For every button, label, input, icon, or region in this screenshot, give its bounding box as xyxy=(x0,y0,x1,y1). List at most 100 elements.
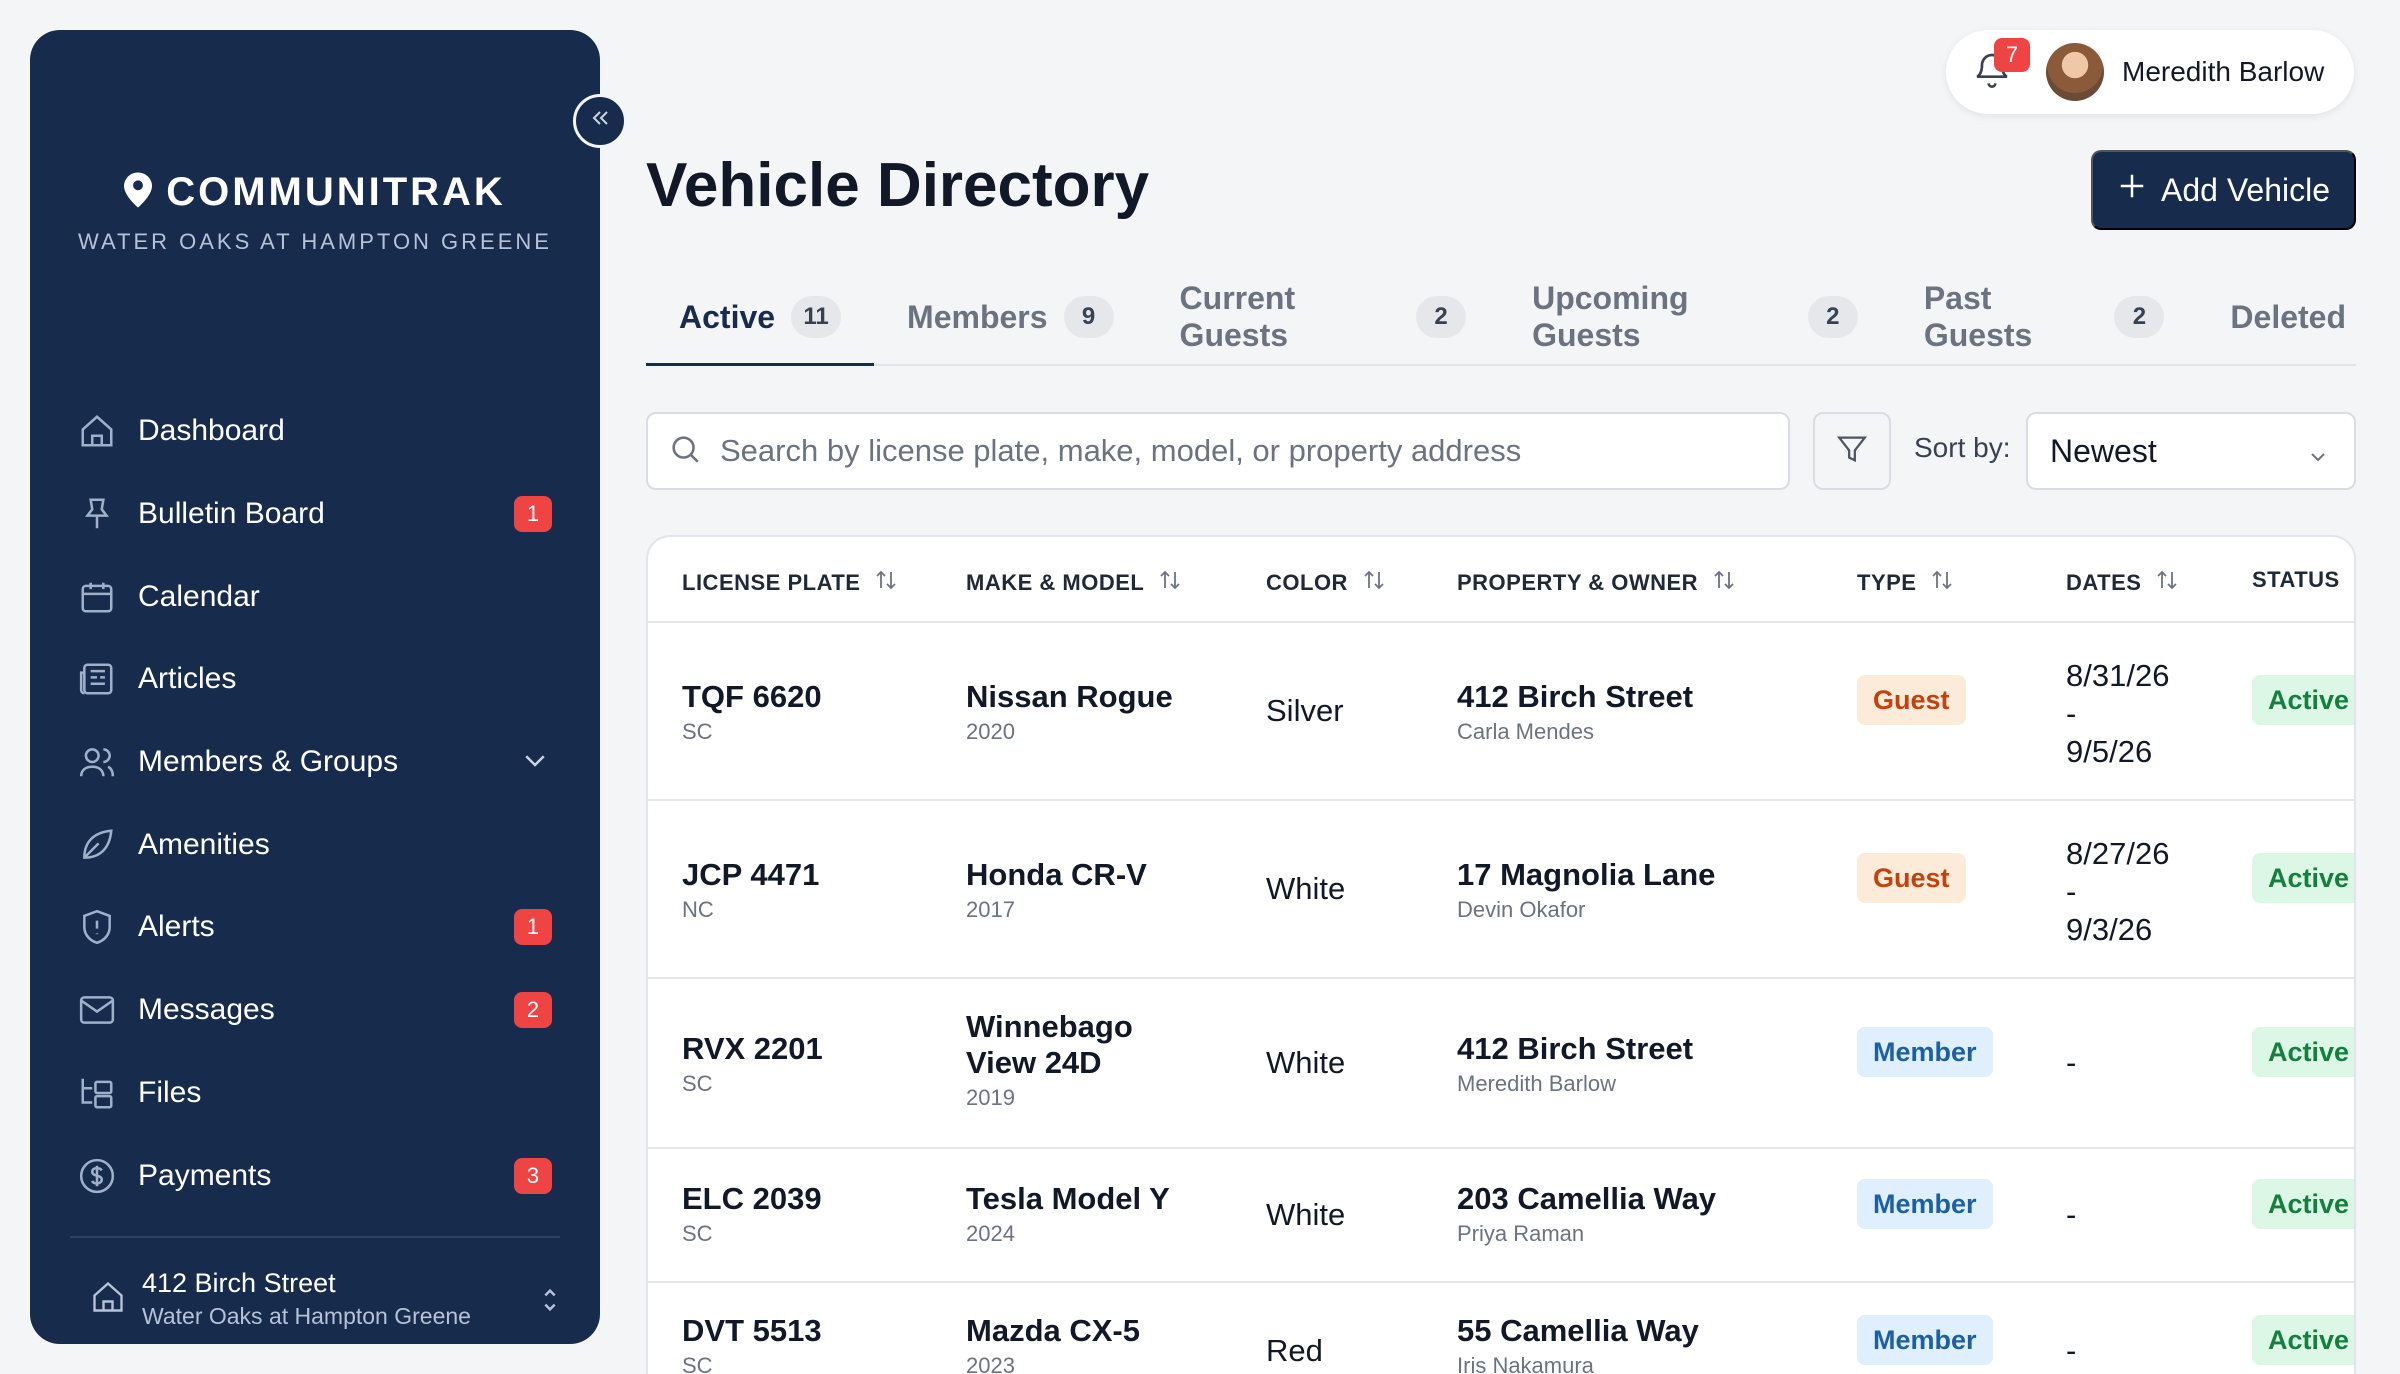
date-separator: - xyxy=(2066,874,2077,909)
sidebar-item-payments[interactable]: Payments 3 xyxy=(60,1134,570,1217)
type-badge: Member xyxy=(1857,1179,1993,1229)
plate-state: SC xyxy=(682,1221,713,1246)
vehicle-year: 2020 xyxy=(966,719,1015,744)
vehicle-year: 2024 xyxy=(966,1221,1015,1246)
table-header: LICENSE PLATE MAKE & MODEL COLOR PROPERT… xyxy=(648,537,2354,623)
column-label: MAKE & MODEL xyxy=(966,570,1145,595)
make-model-cell: Honda CR-V 2017 xyxy=(966,857,1147,923)
sidebar-nav: Dashboard Bulletin Board 1 Calendar Arti… xyxy=(60,390,570,1217)
tab-label: Current Guests xyxy=(1179,280,1296,353)
user-menu[interactable]: 7 Meredith Barlow xyxy=(1946,30,2354,114)
dates-cell: - xyxy=(2066,1333,2077,1368)
table-row[interactable]: TQF 6620 SC Nissan Rogue 2020 Silver 412 B… xyxy=(648,623,2354,801)
sort-select[interactable]: Newest xyxy=(2026,412,2356,490)
property-owner-cell: 412 Birch Street Meredith Barlow xyxy=(1457,1031,1693,1097)
search-input[interactable] xyxy=(720,433,1720,469)
make-model-cell: Mazda CX-5 2023 xyxy=(966,1313,1140,1374)
mail-icon xyxy=(76,989,118,1031)
type-badge: Member xyxy=(1857,1027,1993,1077)
property-owner-cell: 17 Magnolia Lane Devin Okafor xyxy=(1457,857,1715,923)
sidebar-item-label: Dashboard xyxy=(138,414,285,448)
column-status[interactable]: STATUS xyxy=(2252,567,2340,593)
collapse-sidebar-button[interactable] xyxy=(573,94,627,148)
location-pin-icon xyxy=(124,172,153,213)
filter-button[interactable] xyxy=(1813,412,1891,490)
owner-name: Devin Okafor xyxy=(1457,897,1586,922)
column-color[interactable]: COLOR xyxy=(1266,567,1386,599)
tab-active[interactable]: Active 11 xyxy=(646,270,875,366)
tab-past-guests[interactable]: Past Guests 2 xyxy=(1891,270,2198,364)
shield-alert-icon xyxy=(76,906,118,948)
property-owner-cell: 203 Camellia Way Priya Raman xyxy=(1457,1181,1716,1247)
table-row[interactable]: ELC 2039 SC Tesla Model Y 2024 White 203 C… xyxy=(648,1149,2354,1283)
column-dates[interactable]: DATES xyxy=(2066,567,2179,599)
property-address: 412 Birch Street xyxy=(1457,679,1694,714)
column-type[interactable]: TYPE xyxy=(1857,567,1954,599)
property-address: 412 Birch Street xyxy=(1457,1031,1694,1066)
property-address: 203 Camellia Way xyxy=(1457,1181,1717,1216)
sidebar-item-alerts[interactable]: Alerts 1 xyxy=(60,886,570,969)
sidebar-item-files[interactable]: Files xyxy=(60,1052,570,1135)
plate-state: SC xyxy=(682,1353,713,1374)
sidebar-item-label: Amenities xyxy=(138,827,270,861)
table-row[interactable]: JCP 4471 NC Honda CR-V 2017 White 17 Magno… xyxy=(648,801,2354,979)
column-make-model[interactable]: MAKE & MODEL xyxy=(966,567,1182,599)
date-start: 8/27/26 xyxy=(2066,836,2170,871)
table-row[interactable]: DVT 5513 SC Mazda CX-5 2023 Red 55 Camelli… xyxy=(648,1283,2354,1374)
license-plate: RVX 2201 xyxy=(682,1031,823,1066)
sidebar-item-articles[interactable]: Articles xyxy=(60,638,570,721)
home-icon xyxy=(90,1279,126,1320)
license-plate-cell: ELC 2039 SC xyxy=(682,1181,822,1247)
plate-state: NC xyxy=(682,897,714,922)
notifications-button[interactable]: 7 xyxy=(1968,38,2030,96)
property-switcher[interactable]: 412 Birch Street Water Oaks at Hampton G… xyxy=(90,1268,560,1330)
vehicle-color: White xyxy=(1266,1197,1346,1232)
date-end: 9/5/26 xyxy=(2066,734,2153,769)
status-badge: Active xyxy=(2252,1027,2354,1077)
sidebar-item-label: Files xyxy=(138,1075,202,1109)
column-license-plate[interactable]: LICENSE PLATE xyxy=(682,567,898,599)
tab-upcoming-guests[interactable]: Upcoming Guests 2 xyxy=(1499,270,1891,364)
tab-members[interactable]: Members 9 xyxy=(874,270,1147,364)
search-box[interactable] xyxy=(646,412,1790,490)
tab-current-guests[interactable]: Current Guests 2 xyxy=(1147,270,1500,364)
sidebar-item-dashboard[interactable]: Dashboard xyxy=(60,390,570,473)
column-label: TYPE xyxy=(1857,570,1917,595)
sidebar-item-messages[interactable]: Messages 2 xyxy=(60,969,570,1052)
add-vehicle-button[interactable]: Add Vehicle xyxy=(2091,150,2356,230)
tab-label: Past Guests xyxy=(1923,280,2033,353)
vehicle-table: LICENSE PLATE MAKE & MODEL COLOR PROPERT… xyxy=(646,535,2356,1374)
dates-cell: - xyxy=(2066,1197,2077,1232)
property-address: 55 Camellia Way xyxy=(1457,1313,1699,1348)
sort-arrows-icon xyxy=(1158,567,1182,599)
sidebar-item-amenities[interactable]: Amenities xyxy=(60,803,570,886)
brand[interactable]: COMMUNITRAK WATER OAKS AT HAMPTON GREENE xyxy=(30,170,600,255)
notification-badge: 2 xyxy=(514,992,552,1029)
sidebar-item-calendar[interactable]: Calendar xyxy=(60,555,570,638)
type-badge: Guest xyxy=(1857,675,1966,725)
status-badge: Active xyxy=(2252,675,2354,725)
sidebar-item-bulletin-board[interactable]: Bulletin Board 1 xyxy=(60,473,570,556)
notification-badge: 1 xyxy=(514,496,552,533)
chevron-down-icon[interactable] xyxy=(520,745,550,780)
sidebar-item-members-groups[interactable]: Members & Groups xyxy=(60,721,570,804)
column-label: COLOR xyxy=(1266,570,1348,595)
calendar-icon xyxy=(76,576,118,618)
tab-count: 11 xyxy=(791,296,842,338)
avatar xyxy=(2046,43,2104,101)
column-label: PROPERTY & OWNER xyxy=(1457,570,1699,595)
sort-arrows-icon xyxy=(2155,567,2179,599)
make-model-cell: Tesla Model Y 2024 xyxy=(966,1181,1170,1247)
sort-arrows-icon xyxy=(1362,567,1386,599)
leaf-icon xyxy=(76,824,118,866)
table-row[interactable]: RVX 2201 SC Winnebago View 24D 2019 White … xyxy=(648,979,2354,1149)
sidebar-item-label: Messages xyxy=(138,993,275,1027)
sidebar-item-label: Calendar xyxy=(138,579,260,613)
column-property-owner[interactable]: PROPERTY & OWNER xyxy=(1457,567,1736,599)
tab-deleted[interactable]: Deleted xyxy=(2197,270,2356,364)
make-model: Tesla Model Y xyxy=(966,1181,1170,1216)
users-icon xyxy=(76,741,118,783)
make-model: Winnebago View 24D xyxy=(966,1009,1133,1080)
folder-tree-icon xyxy=(76,1072,118,1114)
type-badge: Guest xyxy=(1857,853,1966,903)
